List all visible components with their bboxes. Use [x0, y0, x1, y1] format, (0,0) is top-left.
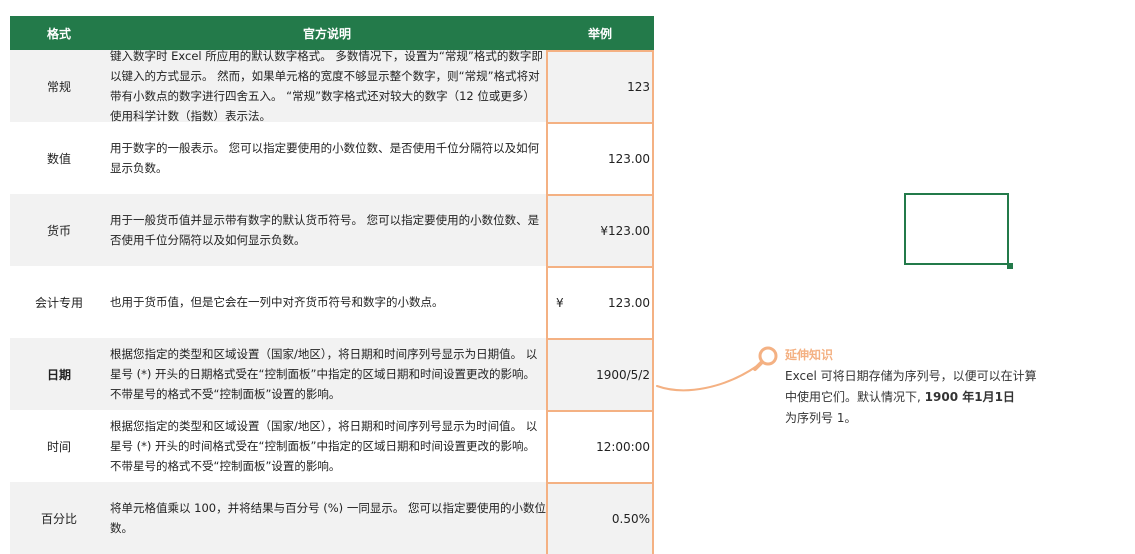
- example-cell[interactable]: 123: [546, 50, 654, 122]
- description-cell[interactable]: 用于一般货币值并显示带有数字的默认货币符号。 您可以指定要使用的小数位数、是否使…: [108, 194, 546, 266]
- table-row[interactable]: 数值 用于数字的一般表示。 您可以指定要使用的小数位数、是否使用千位分隔符以及如…: [10, 122, 654, 194]
- format-cell[interactable]: 百分比: [10, 482, 108, 554]
- description-cell[interactable]: 键入数字时 Excel 所应用的默认数字格式。 多数情况下，设置为“常规”格式的…: [108, 49, 546, 123]
- format-cell[interactable]: 货币: [10, 194, 108, 266]
- format-cell[interactable]: 常规: [10, 50, 108, 122]
- table-body: 常规 键入数字时 Excel 所应用的默认数字格式。 多数情况下，设置为“常规”…: [10, 49, 654, 554]
- description-cell[interactable]: 也用于货币值，但是它会在一列中对齐货币符号和数字的小数点。: [108, 266, 546, 338]
- description-cell[interactable]: 将单元格值乘以 100，并将结果与百分号 (%) 一同显示。 您可以指定要使用的…: [108, 482, 546, 554]
- header-example: 举例: [587, 26, 612, 41]
- header-description: 官方说明: [302, 26, 351, 41]
- fill-handle[interactable]: [1007, 263, 1013, 269]
- table-row[interactable]: 时间 根据您指定的类型和区域设置（国家/地区），将日期和时间序列号显示为时间值。…: [10, 410, 654, 482]
- format-cell[interactable]: 时间: [10, 410, 108, 482]
- format-cell[interactable]: 日期: [10, 338, 108, 410]
- table-row[interactable]: 日期 根据您指定的类型和区域设置（国家/地区），将日期和时间序列号显示为日期值。…: [10, 338, 654, 410]
- format-cell[interactable]: 会计专用: [10, 266, 108, 338]
- table-row[interactable]: 会计专用 也用于货币值，但是它会在一列中对齐货币符号和数字的小数点。 ¥ 123…: [10, 266, 654, 338]
- header-format: 格式: [46, 26, 71, 41]
- table-row[interactable]: 常规 键入数字时 Excel 所应用的默认数字格式。 多数情况下，设置为“常规”…: [10, 49, 654, 123]
- example-cell[interactable]: 1900/5/2: [546, 338, 654, 410]
- note-body: Excel 可将日期存储为序列号，以便可以在计算中使用它们。默认情况下, 190…: [785, 369, 1037, 425]
- example-cell[interactable]: ¥123.00: [546, 194, 654, 266]
- magnifier-icon: [753, 346, 778, 371]
- description-cell[interactable]: 根据您指定的类型和区域设置（国家/地区），将日期和时间序列号显示为时间值。 以星…: [108, 410, 546, 482]
- example-cell[interactable]: ¥ 123.00: [546, 266, 654, 338]
- example-value: 123.00: [608, 296, 650, 310]
- note-title: 延伸知识: [785, 348, 834, 362]
- example-cell[interactable]: 123.00: [546, 122, 654, 194]
- table-row[interactable]: 货币 用于一般货币值并显示带有数字的默认货币符号。 您可以指定要使用的小数位数、…: [10, 194, 654, 266]
- description-cell[interactable]: 用于数字的一般表示。 您可以指定要使用的小数位数、是否使用千位分隔符以及如何显示…: [108, 122, 546, 194]
- example-cell[interactable]: 12:00:00: [546, 410, 654, 482]
- description-cell[interactable]: 根据您指定的类型和区域设置（国家/地区），将日期和时间序列号显示为日期值。 以星…: [108, 338, 546, 410]
- format-cell[interactable]: 数值: [10, 122, 108, 194]
- selected-cell[interactable]: [904, 193, 1009, 265]
- example-cell[interactable]: 0.50%: [546, 482, 654, 554]
- currency-symbol: ¥: [556, 296, 564, 310]
- format-table: 格式 官方说明 举例 常规 键入数字时 Excel 所应用的默认数字格式。 多数…: [10, 16, 654, 554]
- table-header: 格式 官方说明 举例: [10, 16, 654, 50]
- connector-arrow-icon: [656, 365, 758, 392]
- table-row[interactable]: 百分比 将单元格值乘以 100，并将结果与百分号 (%) 一同显示。 您可以指定…: [10, 482, 654, 554]
